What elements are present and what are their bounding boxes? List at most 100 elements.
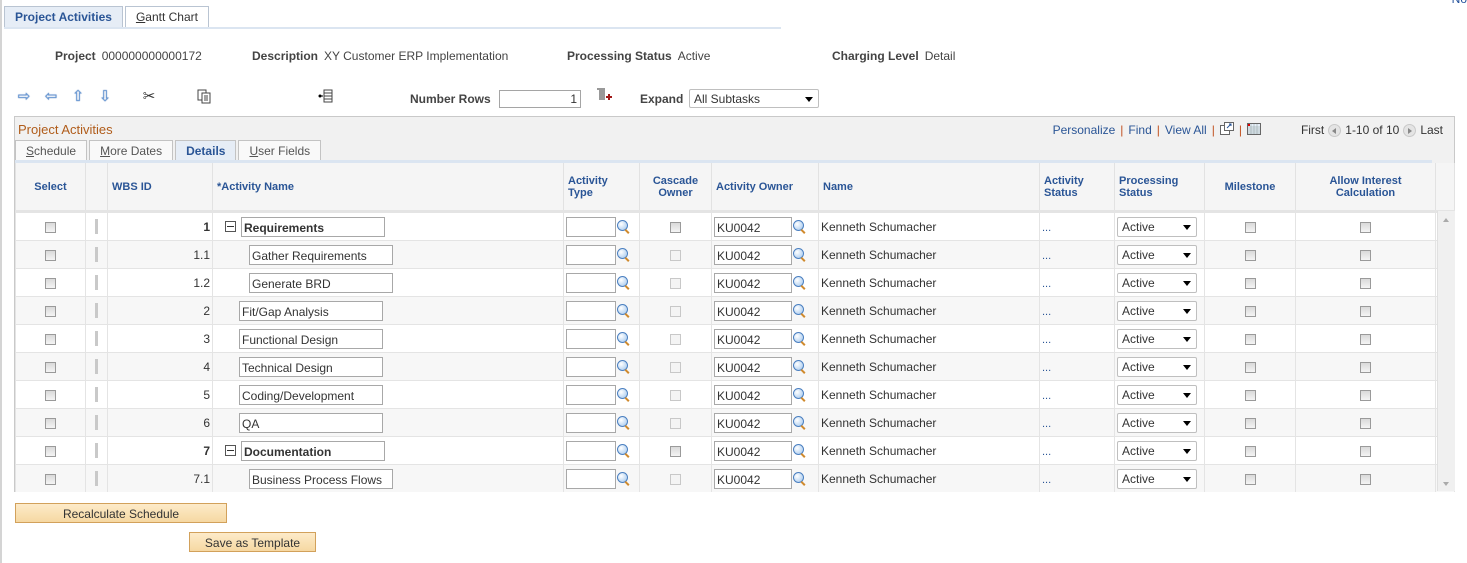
select-checkbox[interactable] — [45, 417, 56, 429]
col-header-wbs-id[interactable]: WBS ID — [107, 163, 213, 213]
lookup-icon[interactable] — [617, 359, 631, 374]
previous-page-icon[interactable] — [1328, 123, 1342, 137]
select-checkbox[interactable] — [45, 277, 56, 289]
activity-name-input[interactable]: Business Process Flows — [249, 468, 393, 489]
activity-status-link[interactable]: ... — [1042, 418, 1051, 430]
row-drag-handle[interactable] — [95, 219, 98, 235]
activity-status-link[interactable]: ... — [1042, 446, 1051, 458]
select-checkbox[interactable] — [45, 361, 56, 373]
processing-status-select[interactable]: Active — [1117, 384, 1197, 405]
activity-name-input[interactable]: Generate BRD — [249, 272, 393, 293]
lookup-icon[interactable] — [793, 275, 807, 290]
allow-interest-checkbox[interactable] — [1360, 305, 1371, 317]
allow-interest-checkbox[interactable] — [1360, 417, 1371, 429]
processing-status-select[interactable]: Active — [1117, 216, 1197, 237]
cascade-owner-checkbox[interactable] — [670, 389, 681, 401]
select-checkbox[interactable] — [45, 249, 56, 261]
tab-user-fields[interactable]: User Fields — [238, 140, 322, 161]
activity-type-input[interactable] — [566, 328, 616, 349]
activity-status-link[interactable]: ... — [1042, 306, 1051, 318]
row-drag-handle[interactable] — [95, 471, 98, 487]
lookup-icon[interactable] — [793, 415, 807, 430]
select-checkbox[interactable] — [45, 389, 56, 401]
activity-status-link[interactable]: ... — [1042, 362, 1051, 374]
milestone-checkbox[interactable] — [1244, 361, 1256, 373]
move-up-icon[interactable]: ⇧ — [70, 88, 86, 105]
activity-owner-input[interactable]: KU0042 — [714, 300, 792, 321]
col-header-activity-status[interactable]: Activity Status — [1039, 163, 1115, 213]
number-rows-input[interactable] — [499, 90, 581, 108]
move-down-icon[interactable]: ⇩ — [97, 88, 113, 105]
cut-icon[interactable]: ✂ — [141, 88, 157, 105]
download-grid-icon[interactable] — [1246, 122, 1261, 138]
lookup-icon[interactable] — [617, 275, 631, 290]
activity-type-input[interactable] — [566, 412, 616, 433]
row-drag-handle[interactable] — [95, 359, 98, 375]
find-link[interactable]: Find — [1128, 123, 1151, 137]
col-header-allow-interest[interactable]: Allow Interest Calculation — [1295, 163, 1436, 213]
select-checkbox[interactable] — [45, 305, 56, 317]
allow-interest-checkbox[interactable] — [1360, 473, 1371, 485]
lookup-icon[interactable] — [617, 387, 631, 402]
activity-name-input[interactable]: Documentation — [241, 440, 385, 461]
activity-type-input[interactable] — [566, 356, 616, 377]
milestone-checkbox[interactable] — [1244, 473, 1256, 485]
corner-link[interactable]: No — [1452, 0, 1467, 6]
milestone-checkbox[interactable] — [1244, 249, 1256, 261]
select-checkbox[interactable] — [45, 445, 56, 457]
tab-details[interactable]: Details — [175, 140, 237, 161]
activity-status-link[interactable]: ... — [1042, 390, 1051, 402]
lookup-icon[interactable] — [793, 471, 807, 486]
lookup-icon[interactable] — [617, 415, 631, 430]
tab-more-dates[interactable]: More Dates — [89, 140, 174, 161]
cascade-owner-checkbox[interactable] — [670, 305, 681, 317]
lookup-icon[interactable] — [793, 219, 807, 234]
lookup-icon[interactable] — [793, 247, 807, 262]
row-drag-handle[interactable] — [95, 275, 98, 291]
processing-status-select[interactable]: Active — [1117, 244, 1197, 265]
tab-schedule[interactable]: Schedule — [15, 140, 88, 161]
activity-name-input[interactable]: Fit/Gap Analysis — [239, 300, 383, 321]
lookup-icon[interactable] — [793, 387, 807, 402]
col-header-name[interactable]: Name — [818, 163, 1040, 213]
new-window-icon[interactable] — [1219, 122, 1234, 138]
activity-owner-input[interactable]: KU0042 — [714, 440, 792, 461]
grid-vertical-scrollbar[interactable] — [1437, 211, 1455, 491]
milestone-checkbox[interactable] — [1244, 305, 1256, 317]
save-as-template-button[interactable]: Save as Template — [189, 532, 316, 552]
activity-name-input[interactable]: Requirements — [241, 216, 385, 237]
scroll-down-icon[interactable] — [1443, 482, 1449, 486]
allow-interest-checkbox[interactable] — [1360, 333, 1371, 345]
processing-status-select[interactable]: Active — [1117, 300, 1197, 321]
activity-status-link[interactable]: ... — [1042, 334, 1051, 346]
insert-rows-icon[interactable] — [596, 87, 612, 103]
milestone-checkbox[interactable] — [1244, 417, 1256, 429]
allow-interest-checkbox[interactable] — [1360, 277, 1371, 289]
activity-status-link[interactable]: ... — [1042, 474, 1051, 486]
col-header-select[interactable]: Select — [15, 163, 86, 213]
milestone-checkbox[interactable] — [1244, 445, 1256, 457]
allow-interest-checkbox[interactable] — [1360, 389, 1371, 401]
processing-status-select[interactable]: Active — [1117, 328, 1197, 349]
lookup-icon[interactable] — [617, 219, 631, 234]
cascade-owner-checkbox[interactable] — [670, 417, 681, 429]
activity-owner-input[interactable]: KU0042 — [714, 216, 792, 237]
activity-type-input[interactable] — [566, 272, 616, 293]
indent-right-icon[interactable]: ⇨ — [16, 88, 32, 105]
allow-interest-checkbox[interactable] — [1360, 221, 1371, 233]
lookup-icon[interactable] — [617, 471, 631, 486]
activity-owner-input[interactable]: KU0042 — [714, 328, 792, 349]
cascade-owner-checkbox[interactable] — [670, 333, 681, 345]
lookup-icon[interactable] — [793, 359, 807, 374]
lookup-icon[interactable] — [617, 247, 631, 262]
lookup-icon[interactable] — [617, 303, 631, 318]
activity-owner-input[interactable]: KU0042 — [714, 384, 792, 405]
paste-icon[interactable] — [196, 88, 212, 104]
activity-name-input[interactable]: Functional Design — [239, 328, 383, 349]
processing-status-select[interactable]: Active — [1117, 272, 1197, 293]
milestone-checkbox[interactable] — [1244, 221, 1256, 233]
activity-type-input[interactable] — [566, 384, 616, 405]
row-drag-handle[interactable] — [95, 303, 98, 319]
activity-owner-input[interactable]: KU0042 — [714, 468, 792, 489]
col-header-cascade-owner[interactable]: Cascade Owner — [639, 163, 712, 213]
